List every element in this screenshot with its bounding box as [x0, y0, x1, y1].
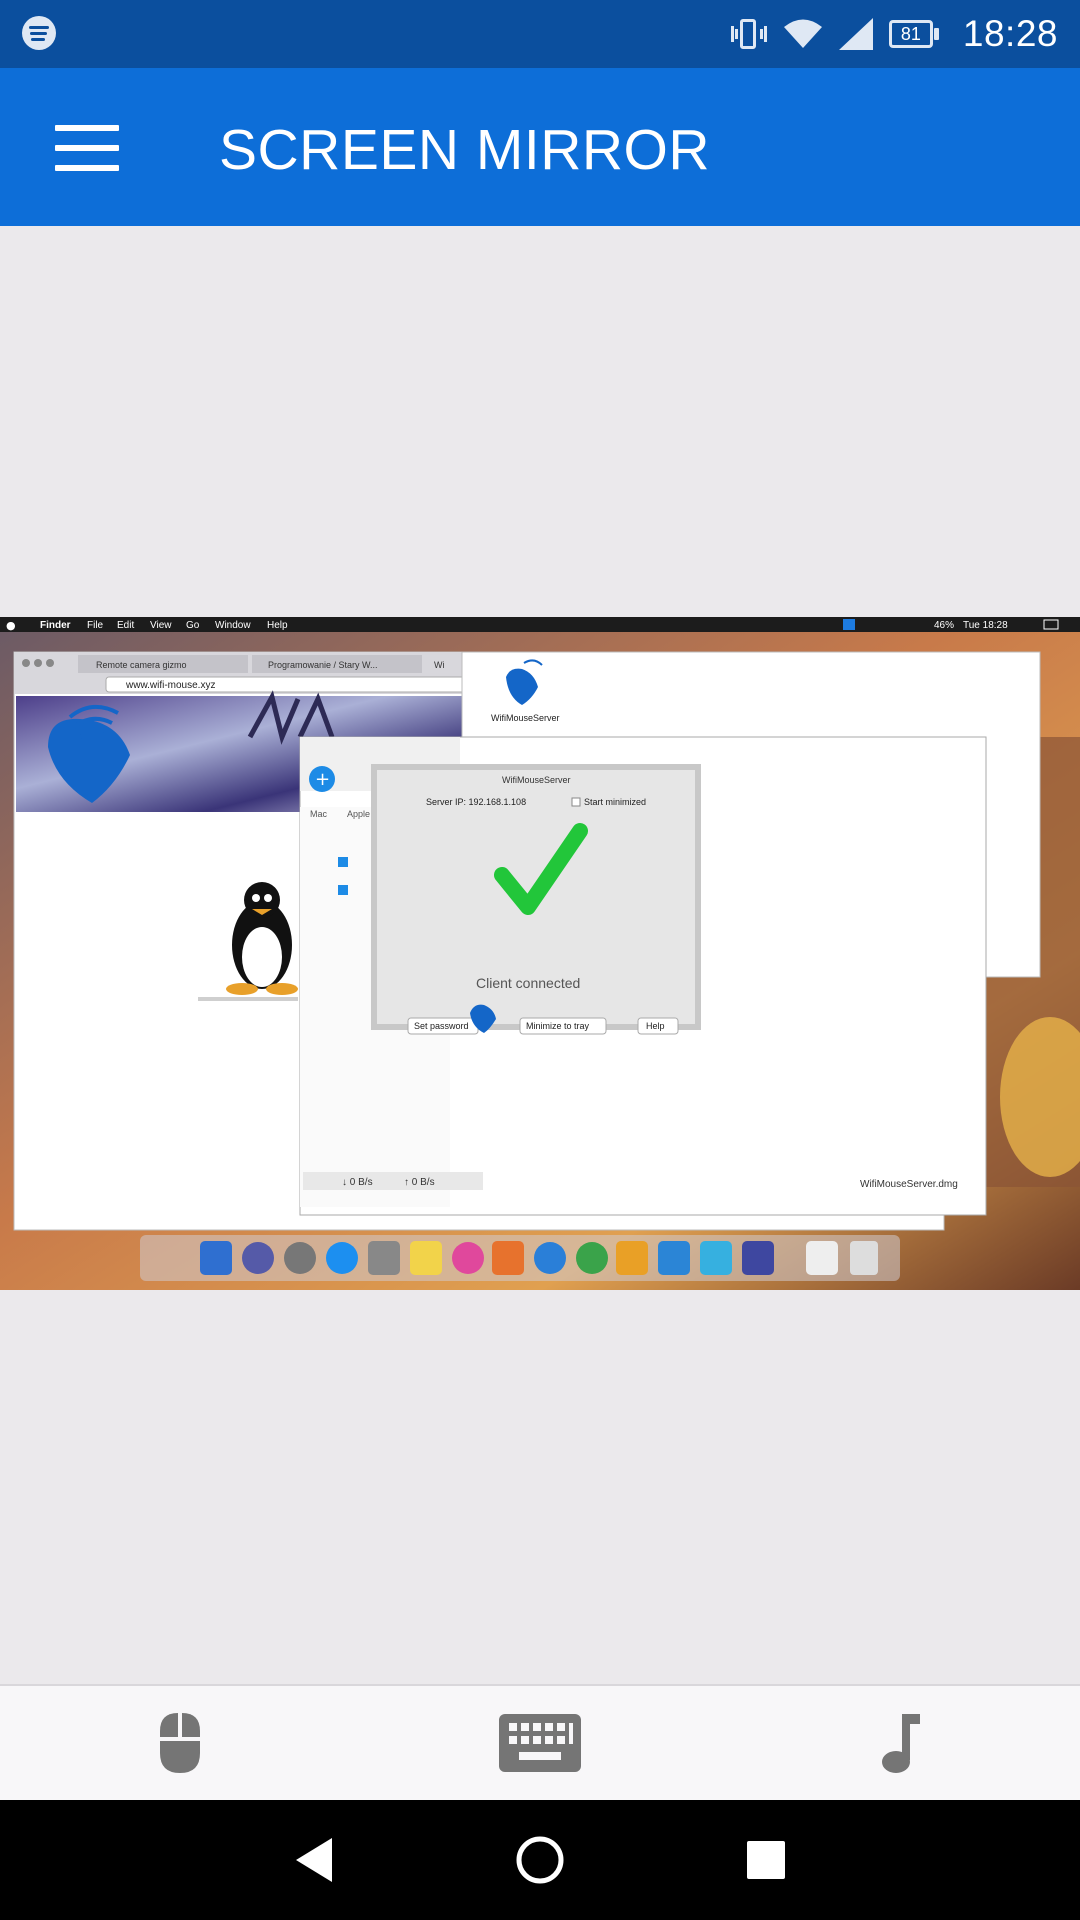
- svg-text:+: +: [315, 769, 330, 790]
- home-button[interactable]: [490, 1820, 590, 1900]
- browser-tab-3: Wi: [434, 660, 445, 670]
- menubar-finder: Finder: [40, 620, 71, 631]
- vibrate-icon: [729, 17, 769, 51]
- wifi-icon: [783, 19, 822, 48]
- music-note-icon: [882, 1714, 920, 1773]
- recents-button[interactable]: [716, 1820, 816, 1900]
- menubar-window: Window: [215, 620, 251, 631]
- server-ip-label: Server IP: 192.168.1.108: [426, 797, 526, 807]
- finder-tab-mac[interactable]: Mac: [310, 809, 328, 819]
- bottom-nav: [0, 1684, 1080, 1800]
- help-label: Help: [646, 1021, 665, 1031]
- desktop-icon-label: WifiMouseServer: [491, 713, 560, 723]
- system-navigation-bar: [0, 1800, 1080, 1920]
- start-minimized-checkbox[interactable]: [571, 797, 581, 807]
- recents-icon: [747, 1841, 785, 1879]
- browser-url: www.wifi-mouse.xyz: [125, 680, 215, 691]
- connection-status: Client connected: [476, 975, 580, 991]
- menubar-clock: Tue 18:28: [963, 620, 1008, 631]
- start-minimized-label: Start minimized: [584, 797, 646, 807]
- download-speed: ↓ 0 B/s: [342, 1177, 373, 1188]
- upload-speed: ↑ 0 B/s: [404, 1177, 435, 1188]
- menubar-view: View: [150, 620, 172, 631]
- menubar-go: Go: [186, 620, 200, 631]
- mirrored-screen[interactable]: ● Finder File Edit View Go Window Help 4…: [0, 617, 1080, 1290]
- back-icon: [296, 1838, 332, 1882]
- menubar-edit: Edit: [117, 620, 134, 631]
- finder-tab-apple[interactable]: Apple: [347, 809, 370, 819]
- menubar-help: Help: [267, 620, 288, 631]
- status-bar: 81 18:28: [0, 0, 1080, 68]
- status-clock: 18:28: [962, 13, 1058, 54]
- battery-icon: 81: [888, 20, 939, 48]
- keyboard-icon: [499, 1714, 581, 1772]
- app-bar: SCREEN MIRROR: [0, 68, 1080, 226]
- keyboard-tab[interactable]: [360, 1686, 720, 1800]
- mouse-tab[interactable]: [0, 1686, 360, 1800]
- page-title: SCREEN MIRROR: [219, 118, 711, 182]
- cell-signal-icon: [838, 18, 873, 50]
- status-icons: 81 18:28: [729, 8, 1058, 60]
- menubar-app-icon: [843, 619, 855, 630]
- media-tab[interactable]: [720, 1686, 1080, 1800]
- menubar-battery: 46%: [934, 620, 954, 631]
- browser-tab-1: Remote camera gizmo: [96, 660, 187, 670]
- server-dialog-title: WifiMouseServer: [502, 775, 571, 785]
- menubar-file: File: [87, 620, 104, 631]
- menu-icon[interactable]: [55, 125, 119, 171]
- apple-icon: ●: [6, 619, 16, 632]
- spotify-icon: [22, 16, 56, 50]
- set-password-label: Set password: [414, 1021, 469, 1031]
- back-button[interactable]: [264, 1820, 364, 1900]
- battery-level: 81: [888, 20, 933, 48]
- minimize-to-tray-label: Minimize to tray: [526, 1021, 590, 1031]
- download-filename: WifiMouseServer.dmg: [860, 1179, 958, 1190]
- browser-tab-2: Programowanie / Stary W...: [268, 660, 378, 670]
- mouse-icon: [160, 1713, 200, 1773]
- home-icon: [516, 1836, 564, 1884]
